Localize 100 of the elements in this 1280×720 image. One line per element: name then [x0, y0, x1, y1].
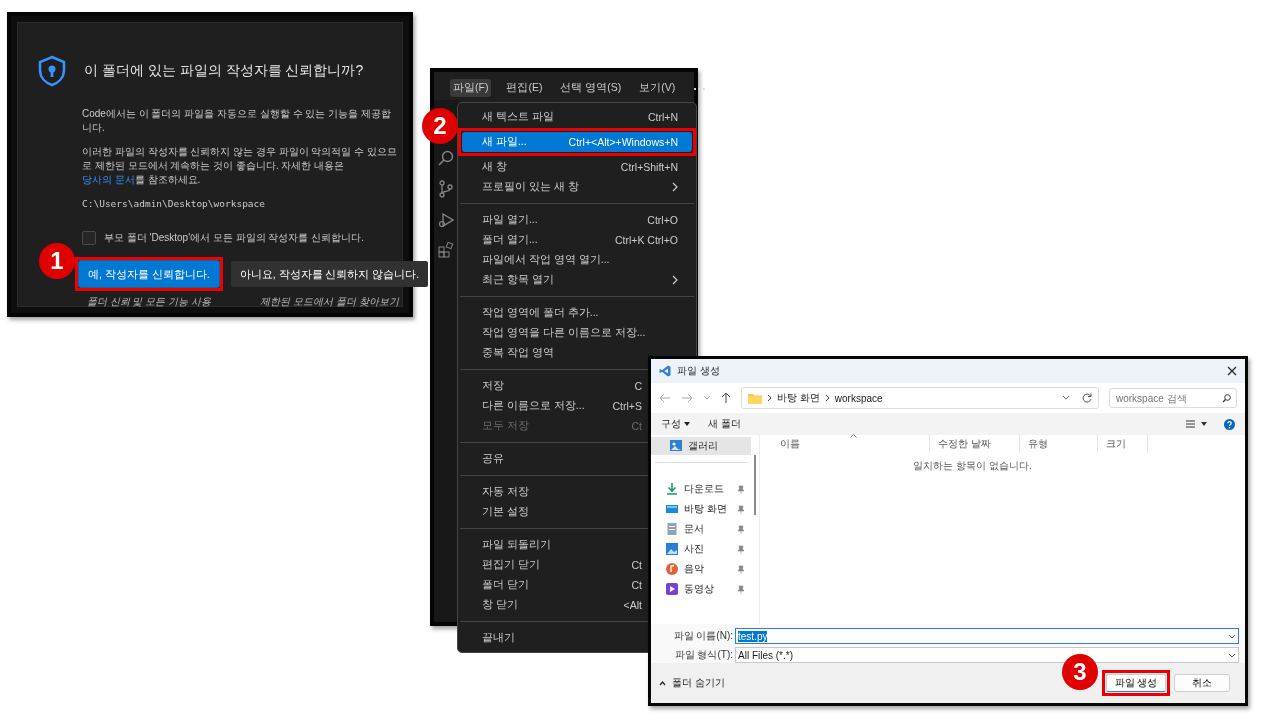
sidebar-item[interactable]: 갤러리 — [651, 437, 751, 455]
search-icon — [438, 150, 454, 166]
menubar-item[interactable]: 편집(E) — [503, 79, 546, 97]
step-badge: 2 — [422, 108, 458, 144]
chevron-down-icon — [1228, 633, 1236, 639]
trust-button[interactable]: 예, 작성자를 신뢰합니다. — [79, 261, 219, 287]
document-icon — [665, 522, 679, 536]
docs-link[interactable]: 당사의 문서 — [82, 174, 135, 185]
menu-item[interactable]: 폴더 열기... Ctrl+K Ctrl+O — [462, 230, 692, 250]
breadcrumb-item[interactable]: workspace — [834, 392, 883, 404]
menu-item[interactable]: 자동 저장 — [462, 482, 644, 502]
close-icon — [1227, 366, 1237, 376]
checkbox[interactable] — [82, 231, 96, 245]
menu-item[interactable]: 다른 이름으로 저장... Ctrl+S — [462, 396, 644, 416]
menu-item[interactable]: 기본 설정 — [462, 502, 644, 522]
forward-arrow-icon — [681, 393, 693, 403]
dialog-title: 이 폴더에 있는 파일의 작성자를 신뢰합니까? — [84, 62, 364, 80]
view-icon — [1186, 420, 1208, 428]
menu-item[interactable]: 새 파일... Ctrl+<Alt>+Windows+N — [462, 132, 692, 152]
dialog-text: 이러한 파일의 작성자를 신뢰하지 않는 경우 파일이 악의적일 수 있으므로 제한된 모드에서 계속하는 것이 좋습니다. 자세한 내용은 당사의 문서를 참조하세요. — [82, 145, 398, 187]
chevron-up-icon — [659, 680, 666, 686]
highlight-frame — [1102, 670, 1170, 696]
file-type-dropdown[interactable]: All Files (*.*) — [735, 647, 1239, 663]
search-field[interactable]: workspace 검색 — [1109, 388, 1237, 408]
pin-icon — [737, 544, 745, 554]
column-header[interactable]: 크기 — [1098, 435, 1148, 453]
file-name-field[interactable]: test.py — [735, 628, 1239, 644]
menu-item[interactable]: 끝내기 — [462, 628, 644, 648]
column-header[interactable]: 유형 — [1020, 435, 1098, 453]
menu-item[interactable]: 작업 영역에 폴더 추가... — [462, 303, 692, 323]
shortcut-label: Ct — [630, 559, 642, 571]
download-icon — [665, 482, 679, 496]
menu-item[interactable]: 프로필이 있는 새 창 — [462, 177, 692, 197]
sidebar-item[interactable]: 사진 — [651, 540, 751, 558]
menu-item[interactable]: 공유 — [462, 449, 644, 469]
menu-item[interactable]: 작업 영역을 다른 이름으로 저장... — [462, 323, 692, 343]
video-icon — [665, 582, 679, 596]
breadcrumb-item[interactable]: 바탕 화면 — [777, 391, 820, 405]
column-header[interactable]: 이름 — [760, 435, 930, 453]
menu-item[interactable]: 최근 항목 열기 — [462, 270, 692, 290]
chevron-right-icon — [767, 394, 772, 402]
cancel-button[interactable]: 취소 — [1174, 674, 1230, 692]
sidebar-item[interactable]: 음악 — [651, 560, 751, 578]
dont-trust-button[interactable]: 아니요, 작성자를 신뢰하지 않습니다. — [230, 261, 429, 287]
sidebar-item[interactable]: 다운로드 — [651, 480, 751, 498]
pin-icon — [737, 504, 745, 514]
up-arrow-icon — [721, 392, 731, 404]
shortcut-label: Ctrl+S — [611, 400, 642, 412]
hide-folders-toggle[interactable]: 폴더 숨기기 — [659, 676, 725, 690]
menu-item[interactable]: 창 닫기 <Alt — [462, 595, 644, 615]
shortcut-label: Ctrl+K Ctrl+O — [614, 234, 678, 246]
pin-icon — [737, 484, 745, 494]
create-file-button[interactable]: 파일 생성 — [1106, 674, 1166, 692]
menu-item[interactable]: 중복 작업 영역 — [462, 343, 692, 363]
music-icon — [665, 562, 679, 576]
shortcut-label: Ctrl+Shift+N — [619, 161, 678, 173]
menubar-item[interactable]: 보기(V) — [636, 79, 679, 97]
menubar-item[interactable]: 선택 영역(S) — [557, 79, 625, 97]
chevron-right-icon — [824, 394, 830, 402]
menu-item[interactable]: 새 텍스트 파일 Ctrl+N — [462, 107, 692, 127]
run-debug-icon — [438, 212, 454, 228]
chevron-down-icon — [1228, 652, 1236, 658]
shortcut-label: <Alt — [622, 599, 642, 611]
search-icon — [1222, 394, 1231, 403]
caret-icon — [684, 422, 690, 426]
menu-item[interactable]: 저장 C — [462, 376, 644, 396]
step-badge: 3 — [1062, 654, 1098, 690]
menubar-item[interactable]: 파일(F) — [450, 79, 492, 97]
menu-item[interactable]: 파일 열기... Ctrl+O — [462, 210, 692, 230]
pin-icon — [737, 584, 745, 594]
menu-item[interactable]: 폴더 닫기 Ct — [462, 575, 644, 595]
menu-item[interactable]: 새 창 Ctrl+Shift+N — [462, 157, 692, 177]
new-folder-button[interactable]: 새 폴더 — [708, 417, 741, 431]
logo-icon — [659, 365, 671, 377]
dialog-text: Code에서는 이 폴더의 파일을 자동으로 실행할 수 있는 기능을 제공합니다. — [82, 107, 392, 135]
menu-item[interactable]: 파일 되돌리기 — [462, 535, 644, 555]
shortcut-label: Ctrl+<Alt>+Windows+N — [567, 136, 678, 148]
window-title: 파일 생성 — [677, 364, 720, 378]
shortcut-label: C — [633, 380, 642, 392]
folder-path: C:\Users\admin\Desktop\workspace — [82, 197, 267, 211]
button-caption: 제한된 모드에서 폴더 찾아보기 — [260, 295, 399, 309]
sidebar-item[interactable]: 동영상 — [651, 580, 751, 598]
extensions-icon — [438, 242, 454, 258]
sidebar-item[interactable]: 바탕 화면 — [651, 500, 751, 518]
menubar-item[interactable]: ··· — [690, 78, 710, 98]
column-header[interactable]: 수정한 날짜 — [930, 435, 1020, 453]
shield-icon — [38, 55, 66, 87]
field-label: 파일 이름(N): — [672, 629, 733, 643]
sidebar-item[interactable]: 문서 — [651, 520, 751, 538]
sort-caret-icon — [850, 434, 857, 438]
organize-menu[interactable]: 구성 — [661, 417, 690, 431]
menu-item[interactable]: 파일에서 작업 영역 열기... — [462, 250, 692, 270]
branch-icon — [438, 180, 454, 198]
pin-icon — [737, 564, 745, 574]
gallery-icon — [669, 439, 683, 453]
address-bar[interactable]: 바탕 화면 workspace — [741, 387, 1099, 409]
menu-item[interactable]: 편집기 닫기 Ct — [462, 555, 644, 575]
refresh-icon — [1082, 393, 1092, 403]
desktop-icon — [665, 502, 679, 516]
back-arrow-icon — [659, 393, 671, 403]
